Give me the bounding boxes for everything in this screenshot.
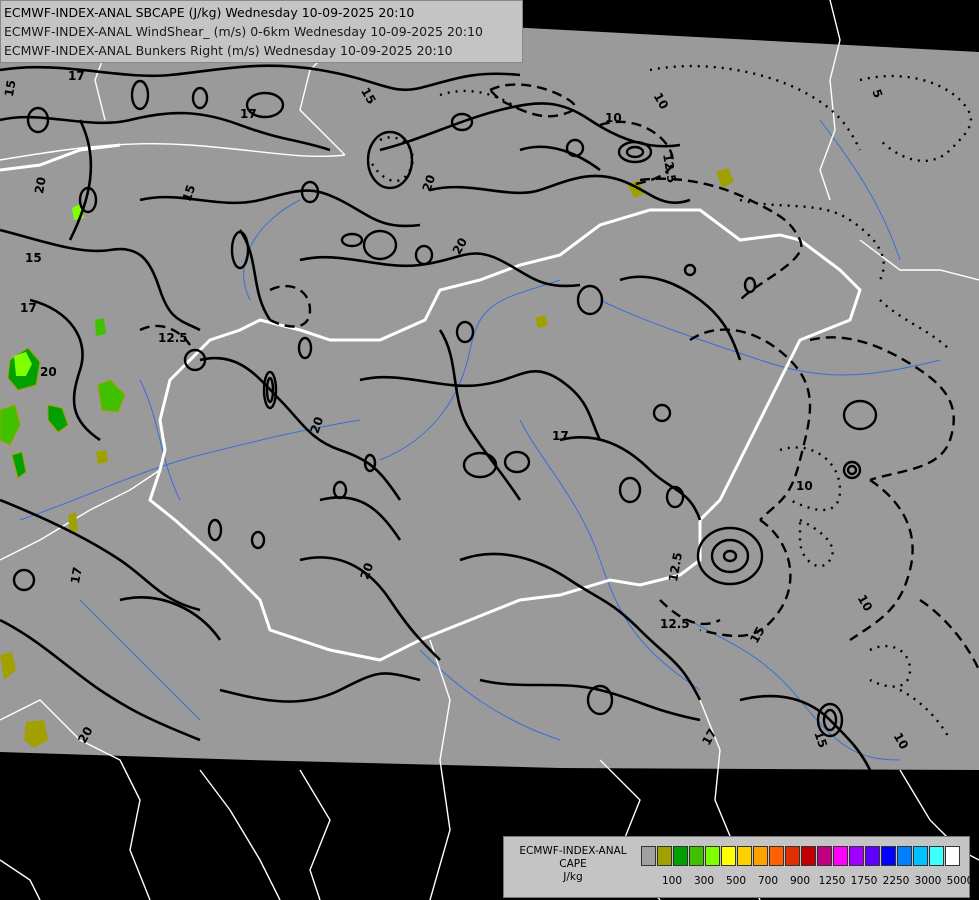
contour-label: 17 xyxy=(68,69,85,83)
legend-tick-label: 300 xyxy=(693,875,715,887)
contour-label: 15 xyxy=(25,251,42,265)
legend-title: ECMWF-INDEX-ANAL CAPE J/kg xyxy=(508,845,638,884)
title-sbcape: ECMWF-INDEX-ANAL SBCAPE (J/kg) Wednesday… xyxy=(4,5,415,20)
legend-swatch xyxy=(945,846,960,866)
legend-unit: J/kg xyxy=(563,871,583,883)
contour-label: 17 xyxy=(68,566,85,585)
weather-map: 17 15 20 15 17 15 12.5 17 20 15 20 17 20… xyxy=(0,0,979,900)
legend-tick-label: 900 xyxy=(789,875,811,887)
legend-swatch xyxy=(817,846,832,866)
legend-swatch xyxy=(849,846,864,866)
legend-swatch xyxy=(769,846,784,866)
legend-variable: CAPE xyxy=(559,858,587,870)
legend-tick-label: 100 xyxy=(661,875,683,887)
cape-legend: ECMWF-INDEX-ANAL CAPE J/kg 100 300 500 700 9… xyxy=(503,836,973,898)
legend-swatch xyxy=(641,846,656,866)
contour-label: 10 xyxy=(796,479,813,493)
contour-label: 17 xyxy=(552,429,569,443)
legend-swatch xyxy=(689,846,704,866)
legend-tick-label: 700 xyxy=(757,875,779,887)
legend-swatch xyxy=(753,846,768,866)
legend-swatch xyxy=(721,846,736,866)
legend-swatch xyxy=(897,846,912,866)
legend-swatch xyxy=(865,846,880,866)
legend-swatch xyxy=(929,846,944,866)
title-bunkers: ECMWF-INDEX-ANAL Bunkers Right (m/s) Wed… xyxy=(4,43,453,58)
contour-label: 17 xyxy=(240,107,257,121)
legend-swatches xyxy=(641,846,961,866)
legend-tick-label: 3000 xyxy=(914,875,942,887)
title-windshear: ECMWF-INDEX-ANAL WindShear_ (m/s) 0-6km … xyxy=(4,24,483,39)
contour-label: 17 xyxy=(20,301,37,315)
legend-swatch xyxy=(785,846,800,866)
legend-tick-label: 2250 xyxy=(882,875,910,887)
legend-tick-label: 1250 xyxy=(818,875,846,887)
contour-label: 15 xyxy=(2,79,19,98)
legend-swatch xyxy=(913,846,928,866)
legend-swatch xyxy=(673,846,688,866)
legend-swatch xyxy=(801,846,816,866)
legend-swatch xyxy=(881,846,896,866)
legend-tick-label: 500 xyxy=(725,875,747,887)
legend-swatch xyxy=(833,846,848,866)
legend-tick-label: 1750 xyxy=(850,875,878,887)
contour-label: 20 xyxy=(40,365,57,379)
legend-source: ECMWF-INDEX-ANAL xyxy=(519,845,627,857)
legend-ticks: 100 300 500 700 900 1250 1750 2250 3000 5000 xyxy=(634,875,973,889)
legend-tick-label: 5000 xyxy=(946,875,974,887)
legend-swatch xyxy=(737,846,752,866)
contour-label: 10 xyxy=(605,111,622,125)
contour-label: 20 xyxy=(32,176,49,195)
map-title-box: ECMWF-INDEX-ANAL SBCAPE (J/kg) Wednesday… xyxy=(0,0,523,63)
legend-swatch xyxy=(705,846,720,866)
contour-label: 12.5 xyxy=(158,331,188,345)
legend-swatch xyxy=(657,846,672,866)
contour-label: 12.5 xyxy=(660,617,690,631)
